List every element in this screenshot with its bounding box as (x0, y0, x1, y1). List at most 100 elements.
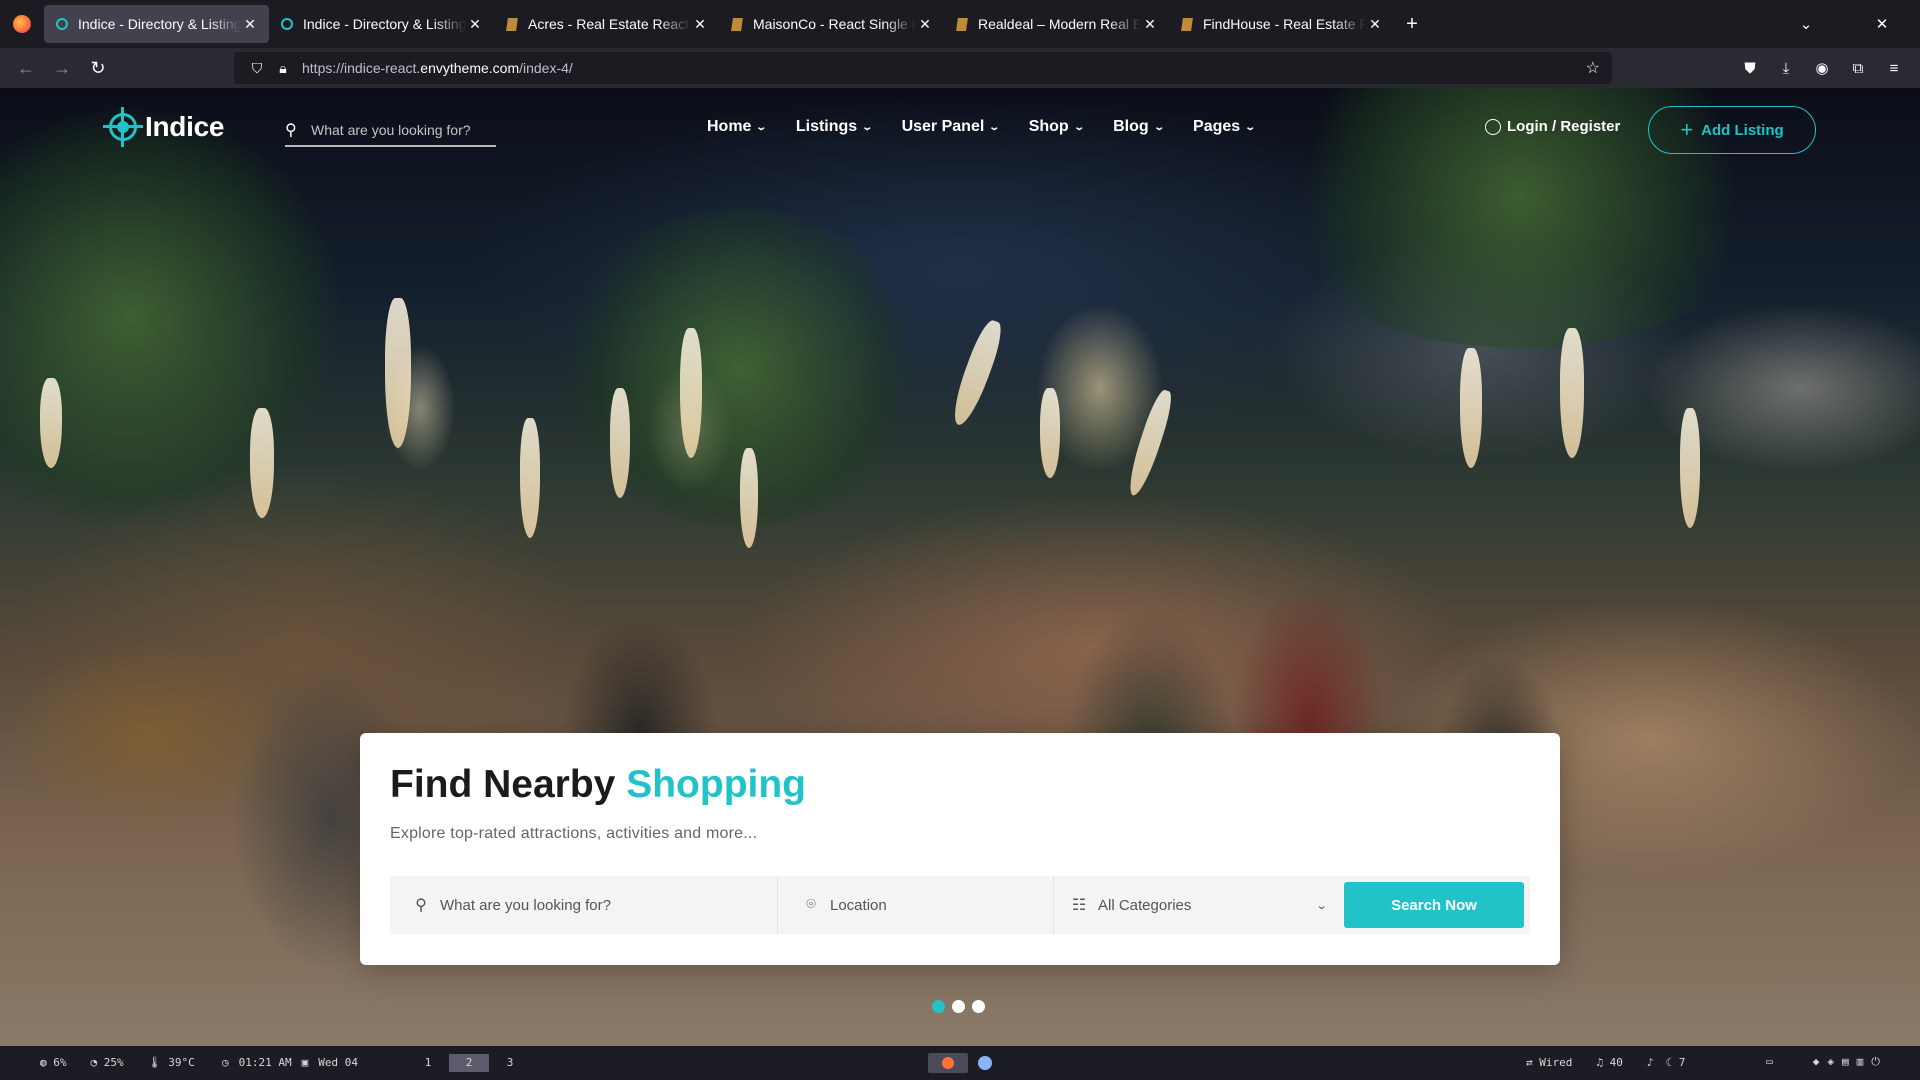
hero-subtitle: Explore top-rated attractions, activitie… (390, 825, 758, 842)
tab-title: Indice - Directory & Listing R (78, 16, 241, 32)
files-icon[interactable]: ▥ (1857, 1055, 1864, 1069)
logo-target-icon (103, 107, 143, 147)
chevron-down-icon: ⌄ (1244, 121, 1257, 133)
chevron-down-icon: ⌄ (1315, 899, 1328, 912)
login-register-link[interactable]: Login / Register (1485, 118, 1620, 135)
browser-tab[interactable]: Realdeal – Modern Real Esta✕ (944, 5, 1169, 43)
tab-title: FindHouse - Real Estate Rea (1203, 16, 1366, 32)
clock-icon: ◷ (222, 1056, 229, 1069)
power-icon[interactable]: ⏻ (1871, 1055, 1880, 1069)
back-arrow-icon[interactable]: ← (8, 52, 44, 84)
browser-tab[interactable]: Indice - Directory & Listing R ✕ (44, 5, 269, 43)
keyword-search-input[interactable]: ⚲ What are you looking for? (390, 876, 778, 934)
chevron-down-icon: ⌄ (861, 121, 874, 133)
bookmark-star-icon[interactable]: ☆ (1586, 58, 1600, 78)
browser-tab[interactable]: Indice - Directory & Listing R ✕ (269, 5, 494, 43)
shield-icon[interactable]: ⛉ (244, 60, 270, 77)
menu-item-label: Blog (1113, 118, 1149, 135)
hero-search-card: Find Nearby Shopping Explore top-rated a… (360, 733, 1560, 965)
tab-close-icon[interactable]: ✕ (691, 16, 709, 33)
system-indicators: ⇄ Wired ♫ 40 ♪ ☾ 7 (1526, 1056, 1709, 1069)
new-tab-plus-icon[interactable]: + (1394, 13, 1430, 36)
browser-nav-bar: ← → ↻ ⛉ 🔒︎ https://indice-react.envythem… (0, 48, 1920, 88)
chrome-taskbar-icon[interactable] (978, 1056, 992, 1070)
browser-tab[interactable]: FindHouse - Real Estate Rea✕ (1169, 5, 1394, 43)
site-logo[interactable]: Indice (103, 107, 224, 147)
firefox-icon[interactable] (0, 0, 44, 48)
network-indicator[interactable]: ⇄ Wired (1526, 1056, 1584, 1069)
workspace-switcher: 123 (415, 1054, 531, 1072)
bluetooth-icon[interactable]: ◈ (1827, 1055, 1834, 1069)
menu-item-label: Listings (795, 118, 858, 135)
memory-usage: ◔ 25% (90, 1056, 124, 1069)
search-now-button[interactable]: Search Now (1344, 882, 1524, 928)
system-stats: ◍ 6% ◔ 25% 🌡︎ 39°C (40, 1056, 219, 1069)
url-domain: envytheme.com (420, 60, 520, 76)
menu-item-blog[interactable]: Blog ⌄ (1113, 118, 1165, 136)
menu-item-label: User Panel (901, 118, 985, 135)
time-value: 01:21 AM (238, 1056, 292, 1069)
downloads-icon[interactable]: ⤓ (1768, 60, 1804, 77)
reload-icon[interactable]: ↻ (80, 52, 116, 84)
location-placeholder: Location (830, 896, 887, 914)
category-select[interactable]: ☷ All Categories ⌄ (1054, 876, 1338, 934)
browser-tab[interactable]: Acres - Real Estate React Te ✕ (494, 5, 719, 43)
list-all-tabs-chevron-icon[interactable]: ⌄ (1768, 15, 1844, 33)
clock: ◷ 01:21 AM ▣ Wed 04 (222, 1056, 368, 1069)
header-search-input[interactable]: ⚲ What are you looking for? (285, 115, 496, 147)
window-close-icon[interactable]: ✕ (1844, 15, 1920, 33)
notifications-icon[interactable]: ◆ (1813, 1055, 1820, 1069)
menu-item-pages[interactable]: Pages ⌄ (1193, 118, 1257, 136)
chevron-down-icon: ⌄ (755, 121, 768, 133)
workspace-1[interactable]: 1 (415, 1054, 441, 1072)
extensions-icon[interactable]: ⧉ (1840, 60, 1876, 77)
menu-item-user-panel[interactable]: User Panel ⌄ (901, 118, 1001, 136)
add-listing-button[interactable]: + Add Listing (1648, 106, 1816, 154)
main-menu: Home ⌄ Listings ⌄ User Panel ⌄ Shop ⌄ Blog ⌄ Pages… (707, 118, 1285, 136)
toolbar-icons: ⛊ ⤓ ◉ ⧉ ≡ (1732, 48, 1912, 88)
slider-dot[interactable] (952, 1000, 965, 1013)
firefox-taskbar-icon[interactable] (928, 1053, 968, 1073)
header-search-placeholder: What are you looking for? (311, 122, 471, 138)
user-icon (1485, 118, 1501, 135)
hero-title-plain: Find Nearby (390, 763, 627, 806)
category-selected-value: All Categories (1098, 896, 1192, 914)
os-status-bar: ◍ 6% ◔ 25% 🌡︎ 39°C ◷ 01:21 AM ▣ Wed 04 1… (0, 1046, 1920, 1080)
slider-dot[interactable] (932, 1000, 945, 1013)
brightness-value: 7 (1678, 1056, 1686, 1069)
workspace-3[interactable]: 3 (497, 1054, 523, 1072)
mic-icon[interactable]: ♪ (1647, 1056, 1654, 1069)
menu-item-home[interactable]: Home ⌄ (707, 118, 768, 136)
tab-close-icon[interactable]: ✕ (1141, 16, 1159, 33)
tab-close-icon[interactable]: ✕ (1366, 16, 1384, 33)
tabbar-controls: ⌄ ✕ (1768, 0, 1920, 48)
lock-icon[interactable]: 🔒︎ (270, 60, 296, 77)
mem-value: 25% (103, 1056, 124, 1069)
tab-close-icon[interactable]: ✕ (466, 16, 484, 33)
hero-search-form: ⚲ What are you looking for? ⌾ Location ☷… (390, 876, 1530, 934)
menu-item-shop[interactable]: Shop ⌄ (1029, 118, 1085, 136)
tab-close-icon[interactable]: ✕ (241, 16, 259, 33)
taskbar-apps (928, 1053, 992, 1073)
address-bar[interactable]: ⛉ 🔒︎ https://indice-react.envytheme.com/… (234, 52, 1612, 84)
browser-tab[interactable]: MaisonCo - React Single Pro ✕ (719, 5, 944, 43)
hamburger-menu-icon[interactable]: ≡ (1876, 60, 1912, 77)
slider-dot[interactable] (972, 1000, 985, 1013)
location-input[interactable]: ⌾ Location (778, 876, 1054, 934)
volume-indicator[interactable]: ♫ 40 (1596, 1056, 1635, 1069)
brightness-indicator[interactable]: ☾ 7 (1666, 1056, 1698, 1069)
url-text[interactable]: https://indice-react.envytheme.com/index… (302, 60, 573, 76)
keyword-placeholder: What are you looking for? (440, 896, 611, 914)
login-register-label: Login / Register (1507, 118, 1621, 135)
browser-tab-bar: Indice - Directory & Listing R ✕ Indice - … (0, 0, 1920, 48)
forward-arrow-icon[interactable]: → (44, 52, 80, 84)
menu-item-listings[interactable]: Listings ⌄ (795, 118, 874, 136)
clipboard-icon[interactable]: ▤ (1842, 1055, 1849, 1069)
pocket-icon[interactable]: ⛊ (1732, 60, 1768, 77)
account-icon[interactable]: ◉ (1804, 59, 1840, 77)
tab-close-icon[interactable]: ✕ (916, 16, 934, 33)
menu-item-label: Home (707, 118, 752, 135)
workspace-2[interactable]: 2 (449, 1054, 489, 1072)
display-icon[interactable]: ▭ (1766, 1055, 1773, 1069)
hero-section: Indice ⚲ What are you looking for? Home ⌄… (0, 88, 1920, 1046)
